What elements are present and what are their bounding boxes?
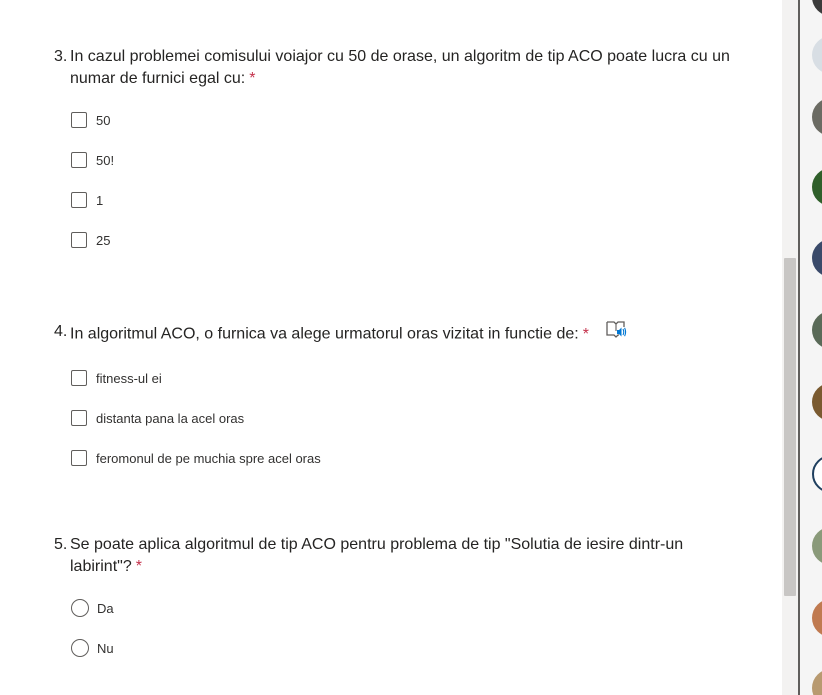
scrollbar-thumb[interactable] [784, 258, 796, 596]
immersive-reader-icon[interactable] [605, 319, 627, 346]
option-fitness[interactable]: fitness-ul ei [71, 358, 744, 398]
option-label: 1 [96, 192, 104, 208]
question-title: 4. In algoritmul ACO, o furnica va alege… [54, 321, 744, 348]
radio-button[interactable] [71, 639, 89, 657]
option-50-factorial[interactable]: 50! [71, 140, 744, 180]
option-label: distanta pana la acel oras [96, 410, 245, 426]
participant-avatar[interactable] [812, 36, 822, 74]
required-asterisk: * [135, 558, 142, 575]
required-asterisk: * [582, 325, 589, 343]
form-content: 3. In cazul problemei comisului voiajor … [0, 0, 782, 695]
option-distanta[interactable]: distanta pana la acel oras [71, 398, 744, 438]
question-number: 5. [54, 536, 68, 553]
checkbox[interactable] [71, 410, 87, 426]
option-da[interactable]: Da [71, 588, 744, 628]
option-feromonul[interactable]: feromonul de pe muchia spre acel oras [71, 438, 744, 478]
participant-avatar[interactable] [812, 239, 822, 277]
radio-button[interactable] [71, 599, 89, 617]
checkbox[interactable] [71, 370, 87, 386]
option-25[interactable]: 25 [71, 220, 744, 260]
required-asterisk: * [249, 70, 256, 87]
option-label: 25 [96, 232, 111, 248]
option-label: fitness-ul ei [96, 370, 162, 386]
question-4: 4. In algoritmul ACO, o furnica va alege… [54, 321, 744, 478]
options-list: Da Nu [71, 588, 744, 668]
checkbox[interactable] [71, 152, 87, 168]
question-text: Se poate aplica algoritmul de tip ACO pe… [70, 536, 684, 575]
checkbox[interactable] [71, 192, 87, 208]
option-1[interactable]: 1 [71, 180, 744, 220]
question-number: 3. [54, 48, 68, 65]
option-50[interactable]: 50 [71, 100, 744, 140]
option-label: feromonul de pe muchia spre acel oras [96, 450, 321, 466]
question-text: In cazul problemei comisului voiajor cu … [70, 48, 730, 87]
participant-avatar[interactable] [812, 669, 822, 695]
participants-panel [800, 0, 822, 695]
question-5: 5. Se poate aplica algoritmul de tip ACO… [54, 534, 744, 668]
participant-avatar[interactable] [812, 0, 822, 16]
options-list: fitness-ul ei distanta pana la acel oras… [71, 358, 744, 478]
option-label: Nu [97, 640, 114, 656]
participant-avatar[interactable] [812, 98, 822, 136]
option-label: 50! [96, 152, 115, 168]
participant-avatar[interactable] [812, 311, 822, 349]
participant-avatar[interactable] [812, 455, 822, 493]
options-list: 50 50! 1 25 [71, 100, 744, 260]
checkbox[interactable] [71, 232, 87, 248]
option-label: Da [97, 600, 114, 616]
question-3: 3. In cazul problemei comisului voiajor … [54, 46, 744, 260]
option-label: 50 [96, 112, 111, 128]
participant-avatar[interactable] [812, 527, 822, 565]
question-title: 5. Se poate aplica algoritmul de tip ACO… [54, 534, 744, 578]
checkbox[interactable] [71, 112, 87, 128]
question-title: 3. In cazul problemei comisului voiajor … [54, 46, 744, 90]
participant-avatar[interactable] [812, 168, 822, 206]
option-nu[interactable]: Nu [71, 628, 744, 668]
participant-avatar[interactable] [812, 383, 822, 421]
question-number: 4. [54, 323, 68, 340]
question-text: In algoritmul ACO, o furnica va alege ur… [70, 325, 579, 343]
checkbox[interactable] [71, 450, 87, 466]
participant-avatar[interactable] [812, 599, 822, 637]
